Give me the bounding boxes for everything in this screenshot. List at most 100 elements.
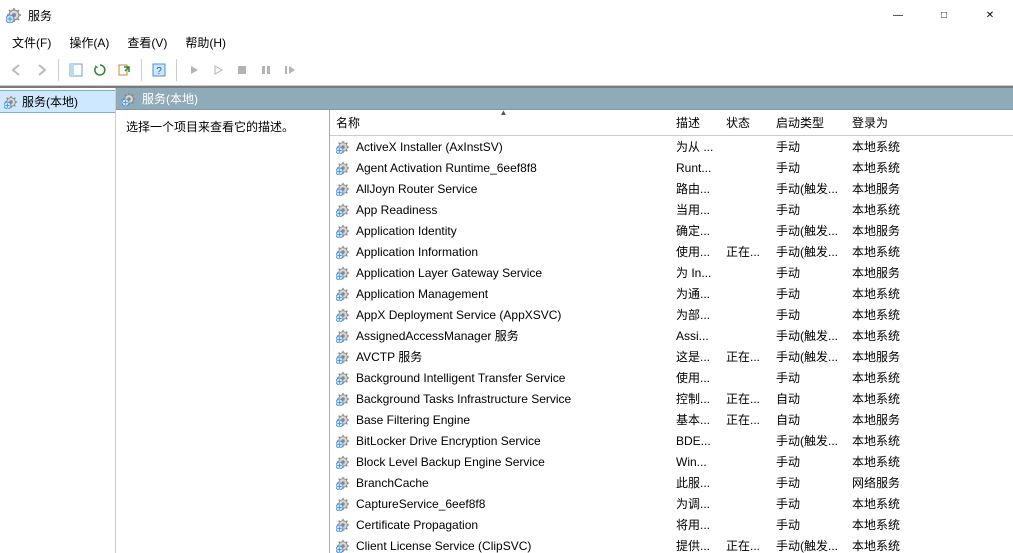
service-logon-cell: 本地系统 (846, 159, 926, 176)
play-icon (189, 65, 199, 75)
forward-arrow-icon (34, 63, 48, 77)
service-description-cell: 为通... (670, 285, 720, 302)
service-name: AVCTP 服务 (356, 348, 422, 365)
stop-icon (237, 65, 247, 75)
service-name: Base Filtering Engine (356, 413, 470, 427)
menu-view[interactable]: 查看(V) (121, 32, 173, 53)
forward-button[interactable] (30, 59, 52, 81)
menu-help[interactable]: 帮助(H) (179, 32, 232, 53)
service-startup-cell: 手动 (770, 306, 846, 323)
service-startup-cell: 手动 (770, 201, 846, 218)
menu-action[interactable]: 操作(A) (63, 32, 115, 53)
service-row[interactable]: AppX Deployment Service (AppXSVC)为部...手动… (330, 304, 1013, 325)
service-logon-cell: 本地系统 (846, 138, 926, 155)
service-row[interactable]: Base Filtering Engine基本...正在...自动本地服务 (330, 409, 1013, 430)
maximize-button[interactable]: □ (921, 0, 967, 30)
pause-service-button[interactable] (255, 59, 277, 81)
service-name-cell: Agent Activation Runtime_6eef8f8 (330, 161, 670, 175)
start-service-alt-button[interactable] (207, 59, 229, 81)
service-name-cell: Block Level Backup Engine Service (330, 455, 670, 469)
service-row[interactable]: Application Layer Gateway Service 为 In...… (330, 262, 1013, 283)
service-gear-icon (336, 497, 350, 511)
column-header-name[interactable]: 名称 ▲ (330, 110, 670, 135)
stop-service-button[interactable] (231, 59, 253, 81)
service-startup-cell: 手动(触发... (770, 222, 846, 239)
service-gear-icon (336, 350, 350, 364)
description-prompt: 选择一个项目来查看它的描述。 (126, 120, 294, 134)
tree-pane-icon (69, 63, 83, 77)
service-name: Application Layer Gateway Service (356, 266, 542, 280)
service-logon-cell: 本地系统 (846, 306, 926, 323)
service-logon-cell: 本地系统 (846, 369, 926, 386)
back-arrow-icon (10, 63, 24, 77)
pane-header-label: 服务(本地) (142, 90, 198, 107)
service-row[interactable]: Block Level Backup Engine ServiceWin...手… (330, 451, 1013, 472)
service-name: Certificate Propagation (356, 518, 478, 532)
service-startup-cell: 手动 (770, 285, 846, 302)
svg-text:?: ? (156, 66, 162, 77)
menubar: 文件(F) 操作(A) 查看(V) 帮助(H) (0, 30, 1013, 55)
service-row[interactable]: Certificate Propagation将用...手动本地系统 (330, 514, 1013, 535)
service-gear-icon (336, 518, 350, 532)
service-row[interactable]: Client License Service (ClipSVC)提供...正在.… (330, 535, 1013, 553)
service-logon-cell: 本地系统 (846, 201, 926, 218)
service-logon-cell: 本地系统 (846, 495, 926, 512)
service-startup-cell: 自动 (770, 390, 846, 407)
service-logon-cell: 本地系统 (846, 537, 926, 553)
service-startup-cell: 手动(触发... (770, 537, 846, 553)
service-startup-cell: 手动 (770, 495, 846, 512)
column-header-logon[interactable]: 登录为 (846, 110, 926, 135)
column-header-startup[interactable]: 启动类型 (770, 110, 846, 135)
minimize-button[interactable]: — (875, 0, 921, 30)
service-row[interactable]: AllJoyn Router Service路由...手动(触发...本地服务 (330, 178, 1013, 199)
service-name: App Readiness (356, 203, 437, 217)
tree-node-label: 服务(本地) (22, 93, 78, 110)
service-row[interactable]: BitLocker Drive Encryption ServiceBDE...… (330, 430, 1013, 451)
service-logon-cell: 本地系统 (846, 453, 926, 470)
help-button[interactable]: ? (148, 59, 170, 81)
close-button[interactable]: ✕ (967, 0, 1013, 30)
window-title: 服务 (28, 7, 52, 24)
service-logon-cell: 网络服务 (846, 474, 926, 491)
service-row[interactable]: Application Identity确定...手动(触发...本地服务 (330, 220, 1013, 241)
service-logon-cell: 本地系统 (846, 285, 926, 302)
restart-service-button[interactable] (279, 59, 301, 81)
service-name: Application Information (356, 245, 478, 259)
service-name-cell: Application Layer Gateway Service (330, 266, 670, 280)
tree-node-services-local[interactable]: 服务(本地) (0, 90, 115, 113)
service-gear-icon (336, 140, 350, 154)
service-row[interactable]: App Readiness当用...手动本地系统 (330, 199, 1013, 220)
service-status-cell: 正在... (720, 390, 770, 407)
back-button[interactable] (6, 59, 28, 81)
service-name: BranchCache (356, 476, 429, 490)
service-row[interactable]: Application Information使用...正在...手动(触发..… (330, 241, 1013, 262)
service-description-cell: 此服... (670, 474, 720, 491)
service-row[interactable]: Application Management为通...手动本地系统 (330, 283, 1013, 304)
refresh-button[interactable] (89, 59, 111, 81)
service-row[interactable]: BranchCache此服...手动网络服务 (330, 472, 1013, 493)
service-name: AppX Deployment Service (AppXSVC) (356, 308, 561, 322)
service-name: Agent Activation Runtime_6eef8f8 (356, 161, 537, 175)
service-logon-cell: 本地服务 (846, 348, 926, 365)
service-logon-cell: 本地服务 (846, 222, 926, 239)
service-logon-cell: 本地系统 (846, 327, 926, 344)
service-row[interactable]: AssignedAccessManager 服务Assi...手动(触发...本… (330, 325, 1013, 346)
start-service-button[interactable] (183, 59, 205, 81)
pane-header: 服务(本地) (116, 88, 1013, 110)
column-header-status[interactable]: 状态 (720, 110, 770, 135)
menu-file[interactable]: 文件(F) (6, 32, 57, 53)
export-list-button[interactable] (113, 59, 135, 81)
service-row[interactable]: Background Tasks Infrastructure Service控… (330, 388, 1013, 409)
service-gear-icon (336, 224, 350, 238)
service-row[interactable]: CaptureService_6eef8f8为调...手动本地系统 (330, 493, 1013, 514)
content-split: 选择一个项目来查看它的描述。 名称 ▲ 描述 状态 启动类型 登录为 Activ… (116, 110, 1013, 553)
show-hide-tree-button[interactable] (65, 59, 87, 81)
service-row[interactable]: Agent Activation Runtime_6eef8f8Runt...手… (330, 157, 1013, 178)
service-row[interactable]: AVCTP 服务这是...正在...手动(触发...本地服务 (330, 346, 1013, 367)
service-startup-cell: 手动(触发... (770, 243, 846, 260)
service-row[interactable]: ActiveX Installer (AxInstSV)为从 ...手动本地系统 (330, 136, 1013, 157)
service-description-cell: 为 In... (670, 264, 720, 281)
right-pane: 服务(本地) 选择一个项目来查看它的描述。 名称 ▲ 描述 状态 启动类型 登录… (116, 88, 1013, 553)
service-row[interactable]: Background Intelligent Transfer Service使… (330, 367, 1013, 388)
column-header-description[interactable]: 描述 (670, 110, 720, 135)
